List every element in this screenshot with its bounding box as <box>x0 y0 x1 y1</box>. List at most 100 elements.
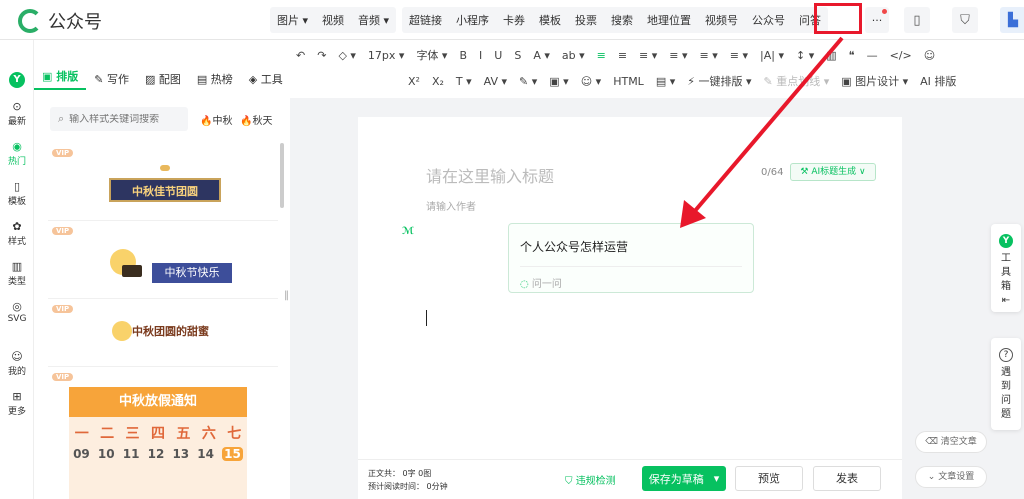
clear-article-button[interactable]: ⌫ 清空文章 <box>915 431 987 453</box>
row1-tool-18[interactable]: ↕ ▾ <box>790 49 820 62</box>
row2-tool-7[interactable]: HTML <box>607 75 650 88</box>
fire-icon: 🔥 <box>200 116 213 127</box>
trend-icon: ▤ <box>196 73 211 86</box>
row2-tool-0[interactable]: X² <box>402 75 426 88</box>
row1-tool-10[interactable]: ab ▾ <box>556 49 591 62</box>
row1-tool-7[interactable]: U <box>488 49 508 62</box>
menu-official-account[interactable]: 公众号 <box>745 12 792 28</box>
row1-tool-5[interactable]: B <box>453 49 473 62</box>
toolbox-button[interactable]: Y 工 具 箱 ⇤ <box>991 224 1021 312</box>
menu-template[interactable]: 模板 <box>532 12 568 28</box>
row1-tool-13[interactable]: ≡ ▾ <box>633 49 663 62</box>
violation-check-button[interactable]: ⛉ 违规检测 <box>565 472 616 487</box>
chevron-down-icon[interactable]: ▾ <box>714 472 720 485</box>
row1-tool-22[interactable]: </> <box>884 49 918 62</box>
save-draft-button[interactable]: 保存为草稿 ▾ <box>642 466 726 491</box>
row1-tool-4[interactable]: 字体 ▾ <box>410 47 453 63</box>
rail-item-0[interactable]: ⊙ 最新 <box>0 100 34 127</box>
row2-tool-2[interactable]: T ▾ <box>450 75 478 88</box>
menu-vote[interactable]: 投票 <box>568 12 604 28</box>
style-search-input[interactable] <box>69 113 180 125</box>
menu-video[interactable]: 视频 <box>315 12 351 28</box>
panel-resize-handle[interactable]: ‖ <box>284 290 294 320</box>
row1-tool-11[interactable]: ≡ <box>591 49 612 62</box>
row1-tool-16[interactable]: ≡ ▾ <box>724 49 754 62</box>
calendar-weekday: 二 <box>100 426 115 442</box>
style-card[interactable]: VIP 中秋节快乐 <box>48 221 278 299</box>
style-search[interactable]: ⌕ <box>50 107 188 131</box>
style-card[interactable]: VIP 中秋团圆的甜蜜 <box>48 299 278 367</box>
menu-channels[interactable]: 视频号 <box>698 12 745 28</box>
tab-trending[interactable]: ▤ 热榜 <box>189 71 241 87</box>
vip-badge: VIP <box>52 373 74 381</box>
plugin-icon[interactable]: ▙ <box>1000 7 1024 33</box>
rail-item-3[interactable]: ✿ 样式 <box>0 220 34 247</box>
row2-tool-11[interactable]: ▣ 图片设计 ▾ <box>835 73 914 89</box>
row2-tool-1[interactable]: X₂ <box>426 75 450 88</box>
rail-item-7[interactable]: ⊞ 更多 <box>0 390 34 417</box>
row2-tool-3[interactable]: AV ▾ <box>478 75 513 88</box>
row1-tool-0[interactable]: ↶ <box>290 49 311 62</box>
row1-tool-1[interactable]: ↷ <box>311 49 332 62</box>
row1-tool-3[interactable]: 17px ▾ <box>362 49 411 62</box>
menu-audio[interactable]: 音频 ▾ <box>351 12 396 28</box>
qa-ask-button[interactable]: ◌ 问一问 <box>520 275 562 290</box>
row2-tool-12[interactable]: AI 排版 <box>914 73 962 89</box>
rail-item-4[interactable]: ▥ 类型 <box>0 260 34 287</box>
rail-item-2[interactable]: ▯ 模板 <box>0 180 34 207</box>
menu-location[interactable]: 地理位置 <box>640 12 698 28</box>
panel-scrollbar[interactable] <box>280 143 284 208</box>
shield-icon[interactable]: ⛉ <box>952 7 978 33</box>
row1-tool-19[interactable]: ▥ <box>820 49 842 62</box>
row1-tool-20[interactable]: ❝ <box>843 49 861 62</box>
row2-tool-8[interactable]: ▤ ▾ <box>650 75 681 88</box>
menu-search[interactable]: 搜索 <box>604 12 640 28</box>
preview-button[interactable]: 预览 <box>735 466 803 491</box>
tag-mid-autumn[interactable]: 🔥中秋 <box>200 112 232 127</box>
row1-tool-8[interactable]: S <box>508 49 527 62</box>
app-logo[interactable]: 公众号 <box>18 8 102 34</box>
row1-tool-17[interactable]: |A| ▾ <box>754 49 790 62</box>
row2-tool-5[interactable]: ▣ ▾ <box>543 75 574 88</box>
row1-tool-2[interactable]: ◇ ▾ <box>332 49 361 62</box>
magic-wand-icon: ⚒ <box>800 167 812 177</box>
rail-item-1[interactable]: ◉ 热门 <box>0 140 34 167</box>
calendar-day: 12 <box>147 447 165 461</box>
image-icon: ▨ <box>144 73 159 86</box>
author-input[interactable]: 请输入作者 <box>426 198 476 213</box>
row2-tool-9[interactable]: ⚡ 一键排版 ▾ <box>681 73 757 89</box>
style-preview-title: 中秋节快乐 <box>152 263 232 283</box>
row1-tool-14[interactable]: ≡ ▾ <box>663 49 693 62</box>
publish-button[interactable]: 发表 <box>813 466 881 491</box>
menu-image[interactable]: 图片 ▾ <box>270 12 315 28</box>
style-card[interactable]: VIP 中秋佳节团圆 <box>48 143 278 221</box>
rail-item-5[interactable]: ◎ SVG <box>0 300 34 324</box>
row2-tool-6[interactable]: ☺ ▾ <box>575 75 608 88</box>
title-input[interactable]: 请在这里输入标题 <box>426 163 554 187</box>
tab-images[interactable]: ▨ 配图 <box>137 71 189 87</box>
ai-title-button[interactable]: ⚒ AI标题生成 ∨ <box>790 163 876 181</box>
style-card[interactable]: VIP 中秋放假通知 一二三四五六七 09 10 11 12 13 14 15 <box>48 367 278 499</box>
menu-hyperlink[interactable]: 超链接 <box>402 12 449 28</box>
row1-tool-23[interactable]: ☺ <box>918 49 941 62</box>
row1-tool-21[interactable]: — <box>861 49 884 62</box>
row1-tool-9[interactable]: A ▾ <box>527 49 556 62</box>
mobile-preview-icon[interactable]: ▯ <box>904 7 930 33</box>
help-button[interactable]: ? 遇 到 问 题 <box>991 338 1021 430</box>
rail-item-6[interactable]: ☺ 我的 <box>0 350 34 377</box>
row1-tool-12[interactable]: ≡ <box>612 49 633 62</box>
row1-tool-6[interactable]: I <box>473 49 488 62</box>
tab-layout[interactable]: ▣ 排版 <box>34 68 87 90</box>
tag-autumn[interactable]: 🔥秋天 <box>240 112 272 127</box>
row2-tool-10[interactable]: ✎ 重点划线 ▾ <box>758 73 836 89</box>
qa-card[interactable]: 个人公众号怎样运营 ◌ 问一问 <box>508 223 754 293</box>
menu-mini-program[interactable]: 小程序 <box>449 12 496 28</box>
article-settings-button[interactable]: ⌄ 文章设置 <box>915 466 987 488</box>
row1-tool-15[interactable]: ≡ ▾ <box>694 49 724 62</box>
tab-tools[interactable]: ◈ 工具 <box>241 71 291 87</box>
tab-writing[interactable]: ✎ 写作 <box>86 71 137 87</box>
rail-item-label: SVG <box>7 314 27 324</box>
row2-tool-4[interactable]: ✎ ▾ <box>513 75 543 88</box>
search-icon: ⌕ <box>58 112 65 125</box>
menu-coupon[interactable]: 卡券 <box>496 12 532 28</box>
